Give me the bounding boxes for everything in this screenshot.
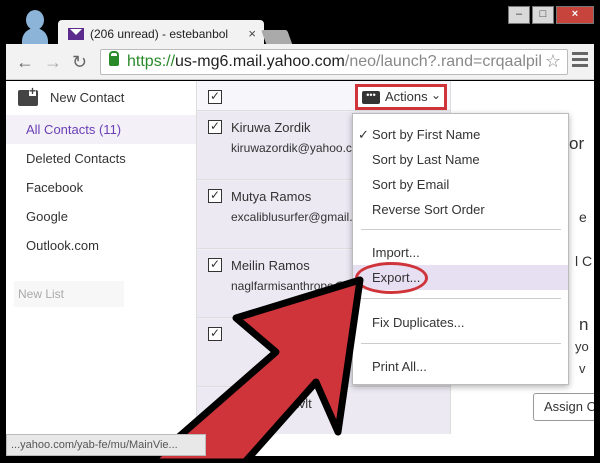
new-list-input[interactable]: New List (14, 281, 124, 307)
url-text[interactable]: https://us-mg6.mail.yahoo.com/neo/launch… (127, 53, 542, 71)
detail-text: yo (575, 339, 589, 354)
chevron-down-icon: ⌄ (431, 88, 442, 102)
actions-menu: ✓ Sort by First Name Sort by Last Name S… (352, 113, 569, 385)
annotation-circle (355, 262, 428, 294)
detail-text: l C (575, 253, 593, 269)
more-dots-icon: ••• (362, 91, 380, 104)
menu-item-sort-first-name[interactable]: ✓ Sort by First Name (353, 122, 568, 147)
contact-name: Mutya Ramos (231, 189, 312, 204)
add-contact-icon (18, 86, 38, 106)
close-tab-icon[interactable]: × (248, 26, 256, 41)
forward-arrow-icon[interactable]: → (44, 52, 62, 73)
minimize-icon[interactable]: – (508, 6, 530, 24)
menu-divider (361, 298, 561, 299)
tab-strip: (206 unread) - estebanbol × – □ × (6, 6, 594, 48)
actions-label: Actions (385, 89, 428, 104)
assign-category-button[interactable]: Assign C (533, 393, 594, 421)
lock-icon (109, 51, 119, 66)
yahoo-mail-icon (68, 28, 84, 40)
contact-name: Meilin Ramos (231, 258, 310, 273)
sidebar-item-facebook[interactable]: Facebook (6, 173, 196, 202)
menu-item-print-all[interactable]: Print All... (353, 354, 568, 379)
bookmark-star-icon[interactable]: ☆ (545, 51, 561, 72)
contact-name: _kvlt (285, 396, 312, 411)
menu-item-reverse-sort[interactable]: Reverse Sort Order (353, 197, 568, 222)
close-window-icon[interactable]: × (556, 6, 594, 24)
row-checkbox[interactable]: ✓ (208, 120, 222, 134)
sidebar-item-all-contacts[interactable]: All Contacts (11) (6, 115, 196, 144)
contact-email: kiruwazordik@yahoo.com (231, 141, 356, 155)
browser-window: (206 unread) - estebanbol × – □ × ← → ↻ … (0, 0, 600, 463)
contact-email: naglfarmisanthrope@gmail.com (231, 279, 356, 293)
detail-text: e (579, 209, 587, 225)
contact-row[interactable]: _kvlt (197, 388, 451, 434)
status-bar: ...yahoo.com/yab-fe/mu/MainVie... (6, 434, 206, 456)
tab-title: (206 unread) - estebanbol (90, 27, 229, 41)
menu-item-fix-duplicates[interactable]: Fix Duplicates... (353, 310, 568, 335)
detail-text: v (579, 361, 586, 376)
menu-item-sort-email[interactable]: Sort by Email (353, 172, 568, 197)
select-all-checkbox[interactable]: ✓ (208, 90, 222, 104)
profile-icon[interactable] (22, 10, 48, 46)
sidebar-item-google[interactable]: Google (6, 202, 196, 231)
menu-divider (361, 343, 561, 344)
menu-divider (361, 229, 561, 230)
sidebar-item-deleted-contacts[interactable]: Deleted Contacts (6, 144, 196, 173)
address-bar[interactable]: https://us-mg6.mail.yahoo.com/neo/launch… (100, 49, 568, 75)
new-contact-label: New Contact (50, 90, 125, 105)
detail-text: n (579, 315, 589, 334)
actions-button[interactable]: ••• Actions ⌄ (355, 84, 447, 110)
back-arrow-icon[interactable]: ← (16, 52, 34, 73)
contacts-sidebar: New Contact All Contacts (11) Deleted Co… (6, 81, 196, 434)
row-checkbox[interactable]: ✓ (208, 327, 222, 341)
reload-icon[interactable]: ↻ (72, 52, 87, 73)
checkmark-icon: ✓ (358, 127, 369, 142)
maximize-icon[interactable]: □ (532, 6, 554, 24)
contact-name: Kiruwa Zordik (231, 120, 311, 135)
contact-email: excaliblusurfer@gmail.com (231, 210, 356, 224)
menu-item-sort-last-name[interactable]: Sort by Last Name (353, 147, 568, 172)
list-header: ✓ ••• Actions ⌄ (197, 81, 450, 111)
sidebar-nav: All Contacts (11) Deleted Contacts Faceb… (6, 115, 196, 260)
detail-text: or (569, 134, 585, 153)
page-footer (206, 434, 594, 456)
sidebar-item-outlook[interactable]: Outlook.com (6, 231, 196, 260)
browser-menu-icon[interactable] (572, 52, 588, 68)
row-checkbox[interactable]: ✓ (208, 258, 222, 272)
browser-toolbar: ← → ↻ https://us-mg6.mail.yahoo.com/neo/… (6, 44, 594, 80)
row-checkbox[interactable]: ✓ (208, 189, 222, 203)
